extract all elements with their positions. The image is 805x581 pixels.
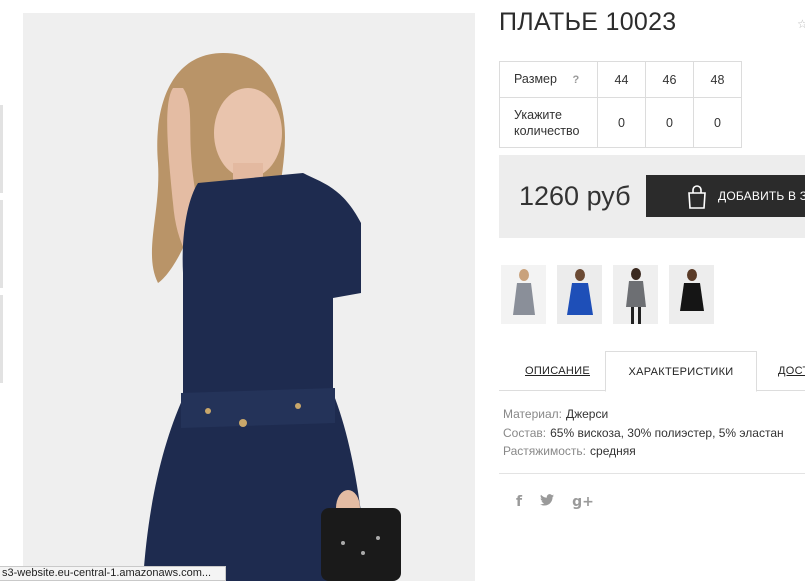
spec-row: Растяжимость: средняя (503, 442, 784, 461)
spec-key: Состав: (503, 425, 547, 440)
size-cell: 48 (693, 61, 742, 98)
size-cell: 44 (597, 61, 646, 98)
main-product-photo[interactable] (23, 13, 475, 581)
favorite-star-icon[interactable]: ☆ (797, 17, 805, 31)
spec-value: Джерси (565, 407, 609, 421)
variant-thumbnail-grey[interactable] (501, 265, 546, 324)
product-title: ПЛАТЬЕ 10023 (499, 8, 677, 36)
twitter-icon[interactable] (540, 494, 555, 510)
characteristics-list: Материал: Джерси Состав: 65% вискоза, 30% … (503, 405, 784, 461)
size-help-icon[interactable]: ? (572, 72, 579, 88)
product-page: s3-website.eu-central-1.amazonaws.com...… (0, 0, 805, 581)
tab-description[interactable]: ОПИСАНИЕ (525, 351, 590, 391)
tab-characteristics[interactable]: ХАРАКТЕРИСТИКИ (605, 351, 757, 392)
variant-thumbnail-grey-2[interactable] (613, 265, 658, 324)
spec-value: средняя (590, 444, 636, 458)
variant-thumbnails (501, 265, 725, 324)
quantity-input[interactable]: 0 (693, 97, 742, 148)
spec-key: Материал: (503, 407, 562, 421)
browser-status-bar: s3-website.eu-central-1.amazonaws.com... (0, 566, 226, 581)
variant-thumbnail-black[interactable] (669, 265, 714, 324)
google-plus-icon[interactable]: g+ (572, 494, 594, 510)
add-to-order-button[interactable]: ДОБАВИТЬ В ЗАКАЗ (646, 175, 805, 217)
spec-row: Состав: 65% вискоза, 30% полиэстер, 5% эл… (503, 424, 784, 443)
product-tabs: ОПИСАНИЕ ХАРАКТЕРИСТИКИ ДОСТАВКА (499, 351, 805, 392)
facebook-icon[interactable]: f (516, 494, 522, 510)
size-label: Размер (514, 72, 557, 86)
product-price: 1260 руб (519, 181, 631, 211)
spec-value: 65% вискоза, 30% полиэстер, 5% эластан (550, 425, 784, 440)
quantity-input[interactable]: 0 (645, 97, 694, 148)
size-quantity-table: Размер ? 44 46 48 Укажите количество 0 0… (499, 61, 742, 148)
size-row: Размер ? 44 46 48 (499, 61, 742, 98)
divider (499, 473, 805, 474)
social-share: f g+ (516, 494, 612, 510)
quantity-row: Укажите количество 0 0 0 (499, 97, 742, 148)
quantity-input[interactable]: 0 (597, 97, 646, 148)
variant-thumbnail-blue[interactable] (557, 265, 602, 324)
size-cell: 46 (645, 61, 694, 98)
spec-key: Растяжимость: (503, 444, 587, 458)
spec-row: Материал: Джерси (503, 405, 784, 424)
side-thumb-edge[interactable] (0, 295, 3, 383)
tab-delivery[interactable]: ДОСТАВКА (778, 351, 805, 391)
size-label-cell: Размер ? (499, 61, 598, 98)
side-thumb-edge[interactable] (0, 105, 3, 193)
shopping-bag-icon (688, 185, 706, 209)
quantity-label: Укажите количество (499, 97, 598, 148)
add-to-order-label: ДОБАВИТЬ В ЗАКАЗ (718, 189, 805, 203)
side-thumb-edge[interactable] (0, 200, 3, 288)
price-box: 1260 руб ДОБАВИТЬ В ЗАКАЗ (499, 155, 805, 238)
